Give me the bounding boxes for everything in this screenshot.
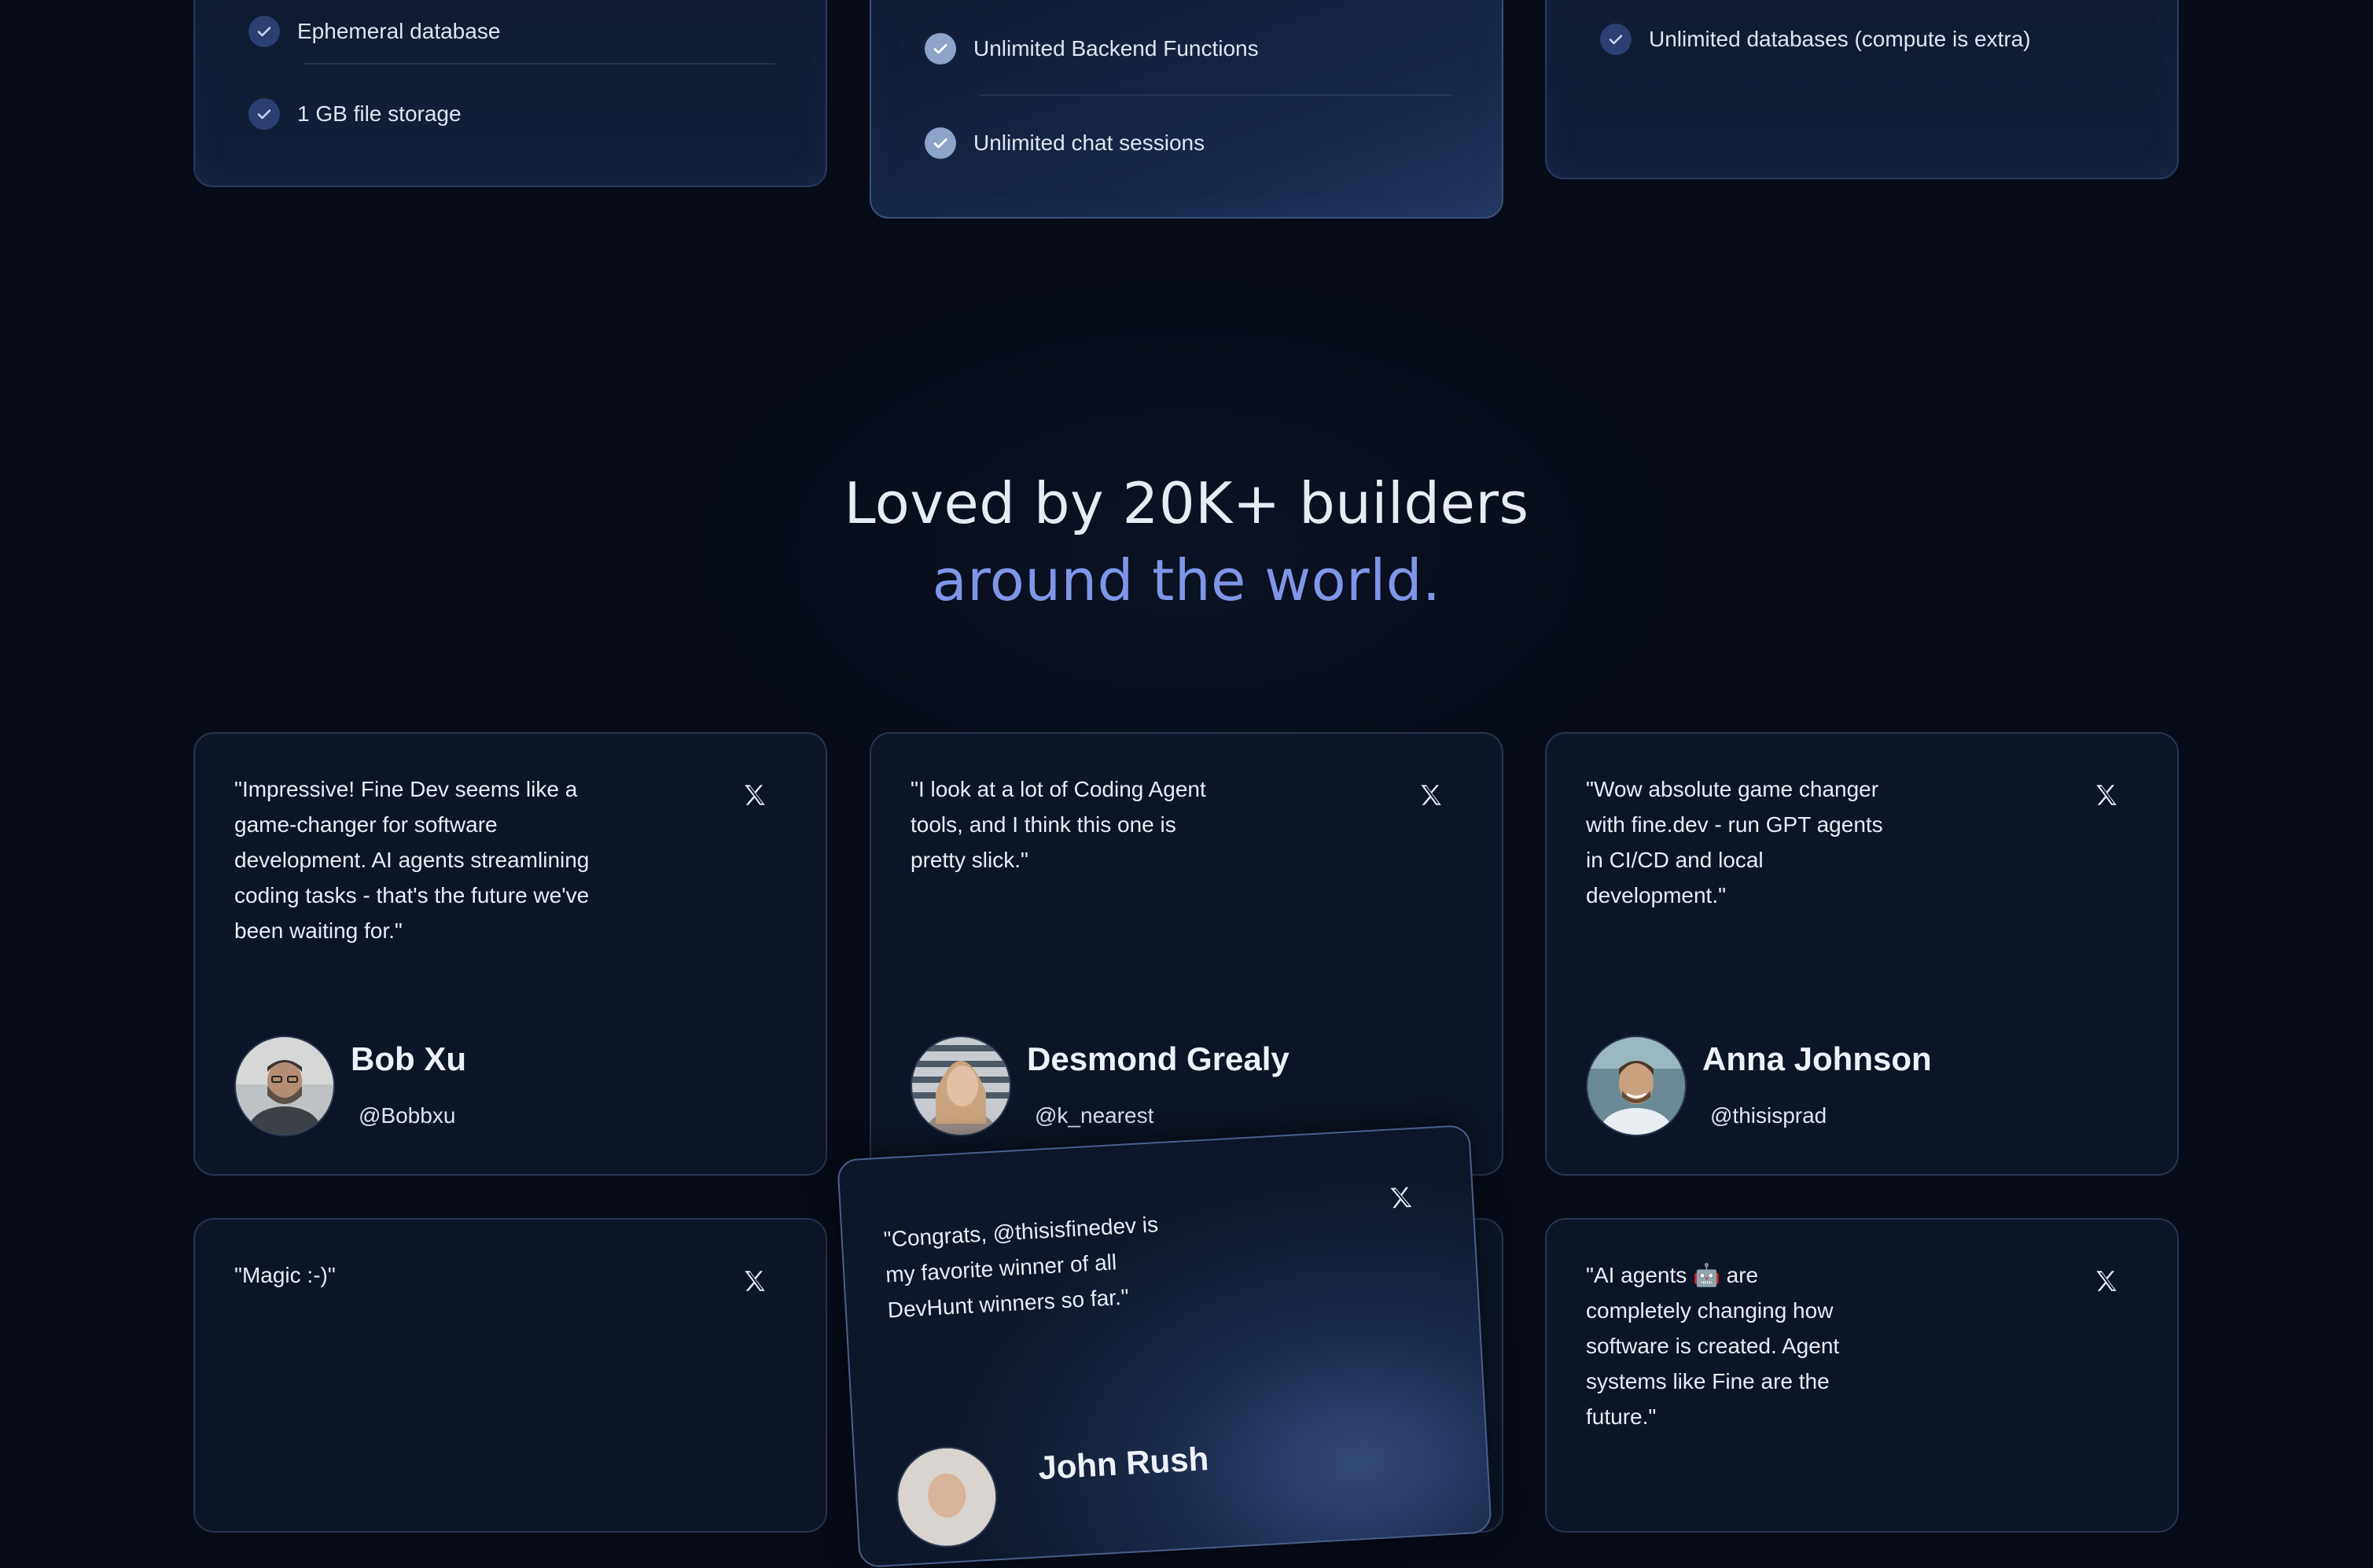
author-handle[interactable]: @k_nearest <box>1035 1103 1153 1128</box>
testimonial-quote: "Wow absolute game changer with fine.dev… <box>1586 777 1883 907</box>
x-logo-icon[interactable] <box>739 779 771 811</box>
feature-item: Unlimited chat sessions <box>925 127 1205 159</box>
testimonial-quote: "Magic :-)" <box>234 1263 336 1287</box>
testimonial-card-floating[interactable]: "Congrats, @thisisfinedev is my favorite… <box>837 1124 1492 1568</box>
feature-label: Unlimited chat sessions <box>973 131 1205 155</box>
testimonial-card[interactable]: "Wow absolute game changer with fine.dev… <box>1545 732 2179 1176</box>
feature-label: Unlimited Backend Functions <box>973 36 1259 61</box>
avatar <box>911 1036 1011 1136</box>
avatar <box>234 1036 335 1136</box>
check-circle-icon <box>248 16 280 47</box>
author-name: Desmond Grealy <box>1027 1040 1290 1077</box>
author-name: John Rush <box>1037 1440 1210 1487</box>
feature-label: 1 GB file storage <box>297 101 462 126</box>
feature-item: Ephemeral database <box>248 16 500 47</box>
testimonial-card[interactable]: "AI agents 🤖 are completely changing how… <box>1545 1218 2179 1533</box>
section-heading: Loved by 20K+ builders <box>844 470 1529 536</box>
check-circle-icon <box>925 33 956 64</box>
author-name: Anna Johnson <box>1702 1040 1932 1077</box>
feature-item: 1 GB file storage <box>248 98 462 130</box>
testimonial-quote: "Impressive! Fine Dev seems like a game-… <box>234 777 590 943</box>
pricing-card-free: Ephemeral database 1 GB file storage <box>193 0 827 187</box>
testimonial-card[interactable]: "Impressive! Fine Dev seems like a game-… <box>193 732 827 1176</box>
divider <box>304 63 775 64</box>
testimonial-quote: "I look at a lot of Coding Agent tools, … <box>911 777 1206 872</box>
check-circle-icon <box>248 98 280 130</box>
pricing-card-enterprise: Unlimited databases (compute is extra) <box>1545 0 2179 179</box>
check-circle-icon <box>1600 24 1632 55</box>
divider <box>980 94 1451 96</box>
avatar <box>1586 1036 1687 1136</box>
author-name: Bob Xu <box>351 1040 466 1077</box>
feature-item: Unlimited Backend Functions <box>925 33 1259 64</box>
testimonial-quote: "Congrats, @thisisfinedev is my favorite… <box>882 1212 1159 1323</box>
feature-label: Ephemeral database <box>297 19 501 43</box>
feature-item: Unlimited databases (compute is extra) <box>1600 24 2031 55</box>
x-logo-icon[interactable] <box>2091 1265 2122 1297</box>
author-handle[interactable]: @Bobbxu <box>359 1103 455 1128</box>
pricing-card-pro: Unlimited Backend Functions Unlimited ch… <box>870 0 1503 219</box>
x-logo-icon[interactable] <box>2091 779 2122 811</box>
feature-label: Unlimited databases (compute is extra) <box>1649 27 2031 51</box>
x-logo-icon[interactable] <box>1385 1181 1418 1214</box>
testimonial-card[interactable]: "I look at a lot of Coding Agent tools, … <box>870 732 1503 1176</box>
x-logo-icon[interactable] <box>1415 779 1447 811</box>
author-handle[interactable]: @thisisprad <box>1710 1103 1827 1128</box>
testimonial-card[interactable]: "Magic :-)" <box>193 1218 827 1533</box>
section-heading-accent: around the world. <box>932 547 1441 613</box>
testimonial-quote: "AI agents 🤖 are completely changing how… <box>1586 1263 1840 1429</box>
x-logo-icon[interactable] <box>739 1265 771 1297</box>
check-circle-icon <box>925 127 956 159</box>
avatar <box>893 1444 1000 1551</box>
